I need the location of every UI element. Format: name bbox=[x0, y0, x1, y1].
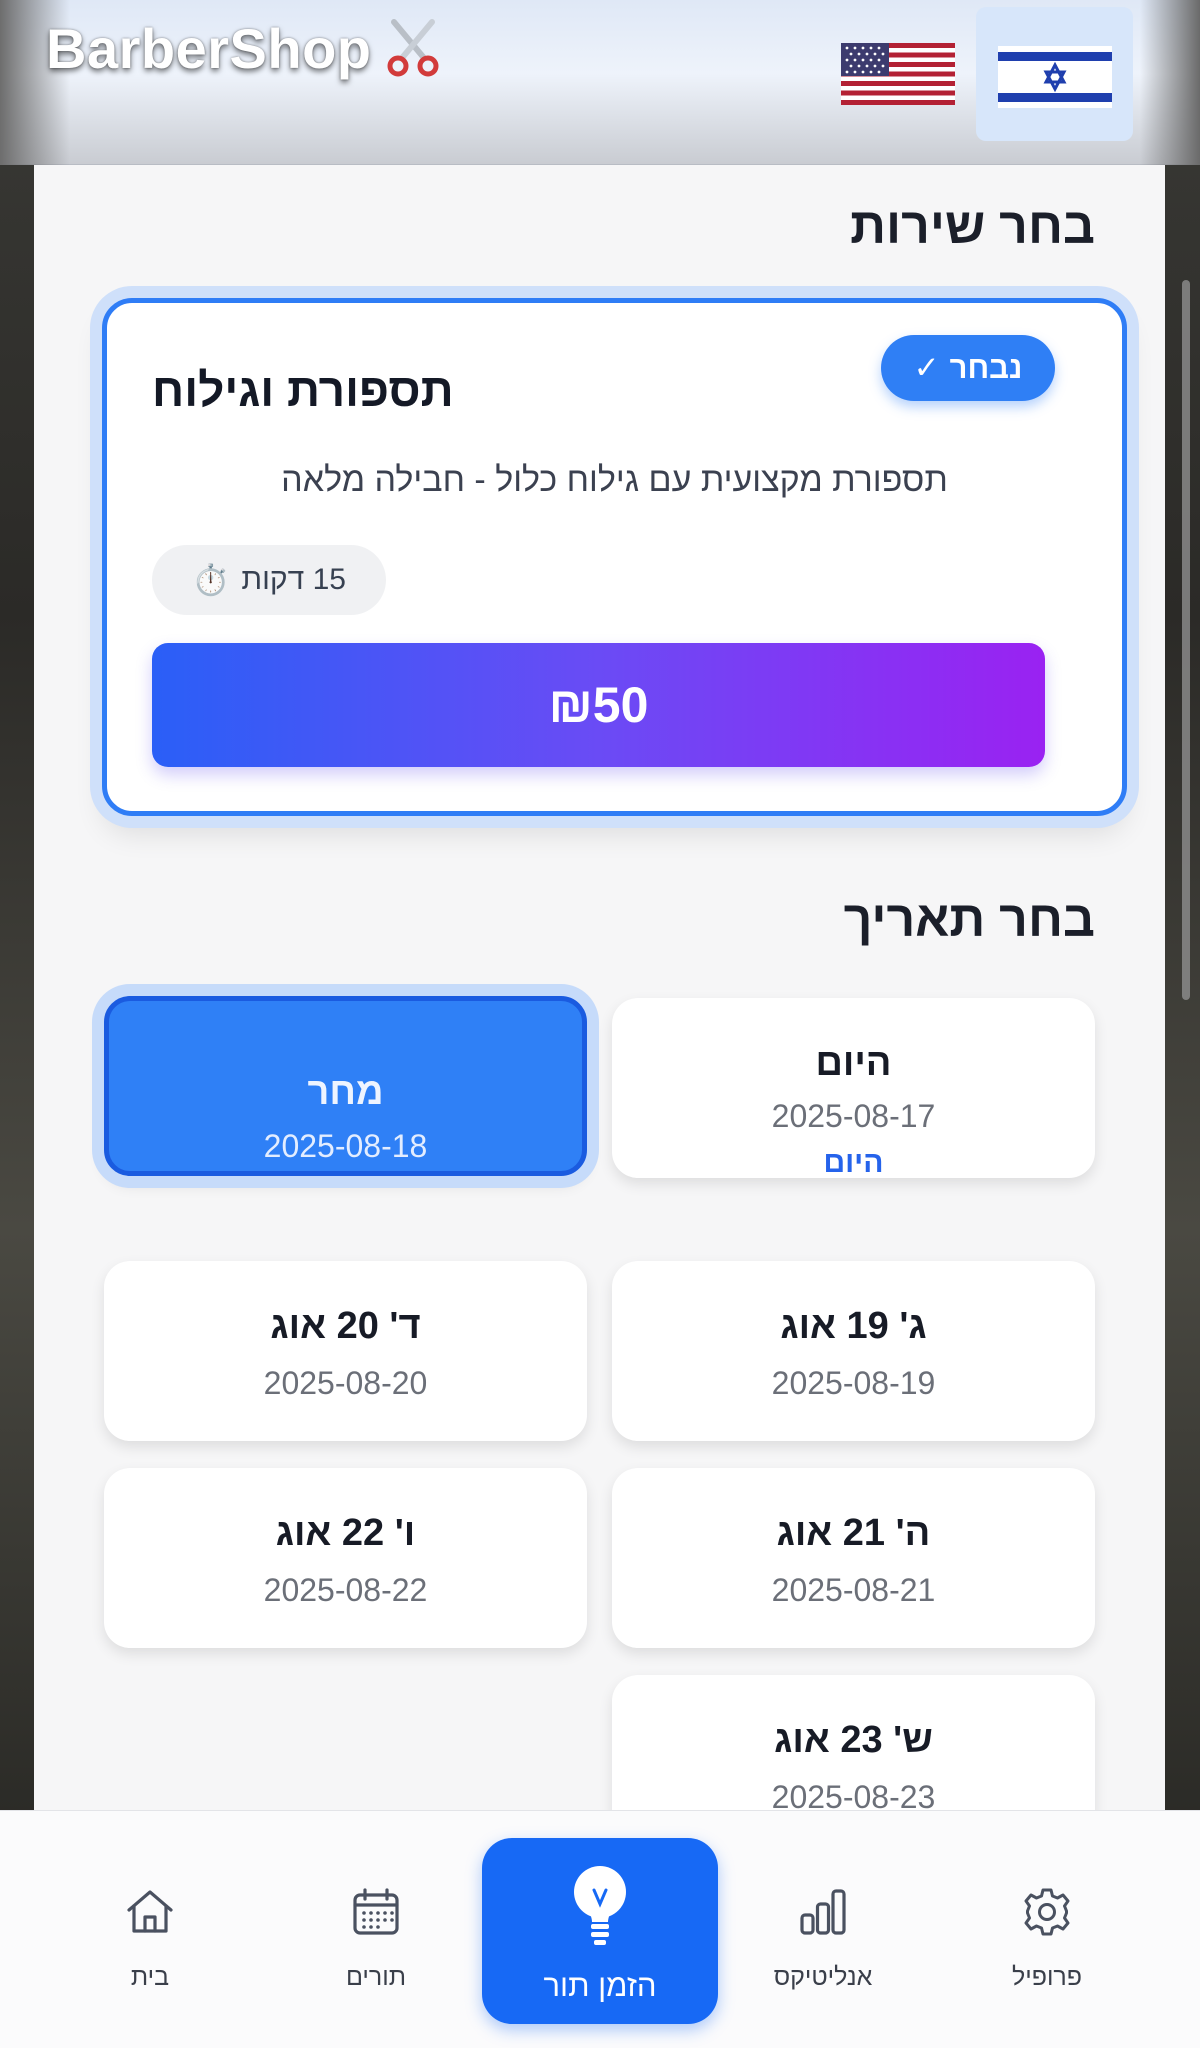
date-day-label: ש' 23 אוג bbox=[774, 1719, 933, 1761]
service-name: תספורת וגילוח bbox=[152, 364, 454, 416]
date-day-label: ג' 19 אוג bbox=[780, 1305, 927, 1347]
nav-analytics-label: אנליטיקס bbox=[773, 1963, 873, 1991]
date-value: 2025-08-22 bbox=[263, 1572, 428, 1608]
scrollbar[interactable] bbox=[1182, 280, 1190, 1000]
home-icon bbox=[127, 1890, 173, 1933]
stopwatch-icon: ⏱️ bbox=[192, 563, 230, 597]
selected-badge: נבחר ✓ bbox=[881, 335, 1055, 401]
us-flag-icon[interactable] bbox=[841, 43, 955, 105]
date-section-title: בחר תאריך bbox=[843, 891, 1095, 947]
date-card[interactable]: ה' 21 אוג 2025-08-21 bbox=[612, 1468, 1095, 1648]
scissors-icon bbox=[387, 19, 439, 77]
check-icon: ✓ bbox=[913, 350, 940, 385]
service-description: תספורת מקצועית עם גילוח כלול - חבילה מלא… bbox=[281, 461, 948, 499]
calendar-icon bbox=[353, 1888, 399, 1935]
nav-appointments[interactable]: תורים bbox=[276, 1811, 476, 2048]
gear-icon bbox=[1024, 1888, 1070, 1936]
brand-title: BarberShop bbox=[46, 17, 372, 80]
nav-book-appointment[interactable]: הזמן תור bbox=[482, 1838, 718, 2024]
nav-home[interactable]: בית bbox=[50, 1811, 250, 2048]
today-tag: היום bbox=[823, 1146, 884, 1179]
nav-home-label: בית bbox=[130, 1963, 170, 1991]
date-value: 2025-08-21 bbox=[771, 1572, 936, 1608]
date-card[interactable]: ו' 22 אוג 2025-08-22 bbox=[104, 1468, 587, 1648]
nav-analytics[interactable]: אנליטיקס bbox=[723, 1811, 923, 2048]
bottom-nav: בית תורים הזמן תור אנליטיקס פרופיל bbox=[0, 1810, 1200, 2048]
booking-panel[interactable]: בחר שירות נבחר ✓ תספורת וגילוח תספורת מק… bbox=[34, 165, 1165, 1810]
date-card[interactable]: ש' 23 אוג 2025-08-23 bbox=[612, 1675, 1095, 1810]
price-label: ₪50 bbox=[548, 677, 649, 733]
duration-pill: 15 דקות ⏱️ bbox=[152, 545, 386, 615]
nav-profile-label: פרופיל bbox=[1011, 1963, 1083, 1991]
date-day-label: היום bbox=[815, 1042, 892, 1084]
date-day-label: ה' 21 אוג bbox=[776, 1512, 931, 1554]
date-value: 2025-08-17 bbox=[771, 1098, 936, 1134]
app-header: BarberShop bbox=[0, 0, 1200, 165]
lightbulb-icon bbox=[574, 1866, 626, 1945]
service-section-title: בחר שירות bbox=[850, 198, 1095, 254]
app-screen: BarberShop בחר שירות נבחר ✓ תספורת וגילו… bbox=[0, 0, 1200, 2048]
date-card[interactable]: היום 2025-08-17 היום bbox=[612, 998, 1095, 1179]
date-card-selected[interactable]: מחר 2025-08-18 bbox=[104, 996, 587, 1176]
date-day-label: מחר bbox=[307, 1071, 384, 1113]
duration-label: 15 דקות bbox=[241, 563, 346, 596]
date-value: 2025-08-23 bbox=[771, 1779, 936, 1810]
date-card[interactable]: ג' 19 אוג 2025-08-19 bbox=[612, 1261, 1095, 1441]
nav-appointments-label: תורים bbox=[345, 1963, 407, 1991]
israel-flag-icon bbox=[998, 46, 1112, 108]
date-day-label: ד' 20 אוג bbox=[270, 1305, 421, 1347]
service-card[interactable]: נבחר ✓ תספורת וגילוח תספורת מקצועית עם ג… bbox=[102, 298, 1127, 816]
bar-chart-icon bbox=[800, 1889, 846, 1935]
nav-book-appointment-label: הזמן תור bbox=[543, 1968, 657, 2003]
language-israel-button[interactable] bbox=[976, 7, 1133, 141]
price-bar: ₪50 bbox=[152, 643, 1045, 767]
selected-label: נבחר bbox=[949, 350, 1023, 385]
date-value: 2025-08-20 bbox=[263, 1365, 428, 1401]
date-value: 2025-08-19 bbox=[771, 1365, 936, 1401]
date-card[interactable]: ד' 20 אוג 2025-08-20 bbox=[104, 1261, 587, 1441]
date-day-label: ו' 22 אוג bbox=[275, 1512, 416, 1554]
date-value: 2025-08-18 bbox=[263, 1128, 428, 1164]
nav-profile[interactable]: פרופיל bbox=[947, 1811, 1147, 2048]
